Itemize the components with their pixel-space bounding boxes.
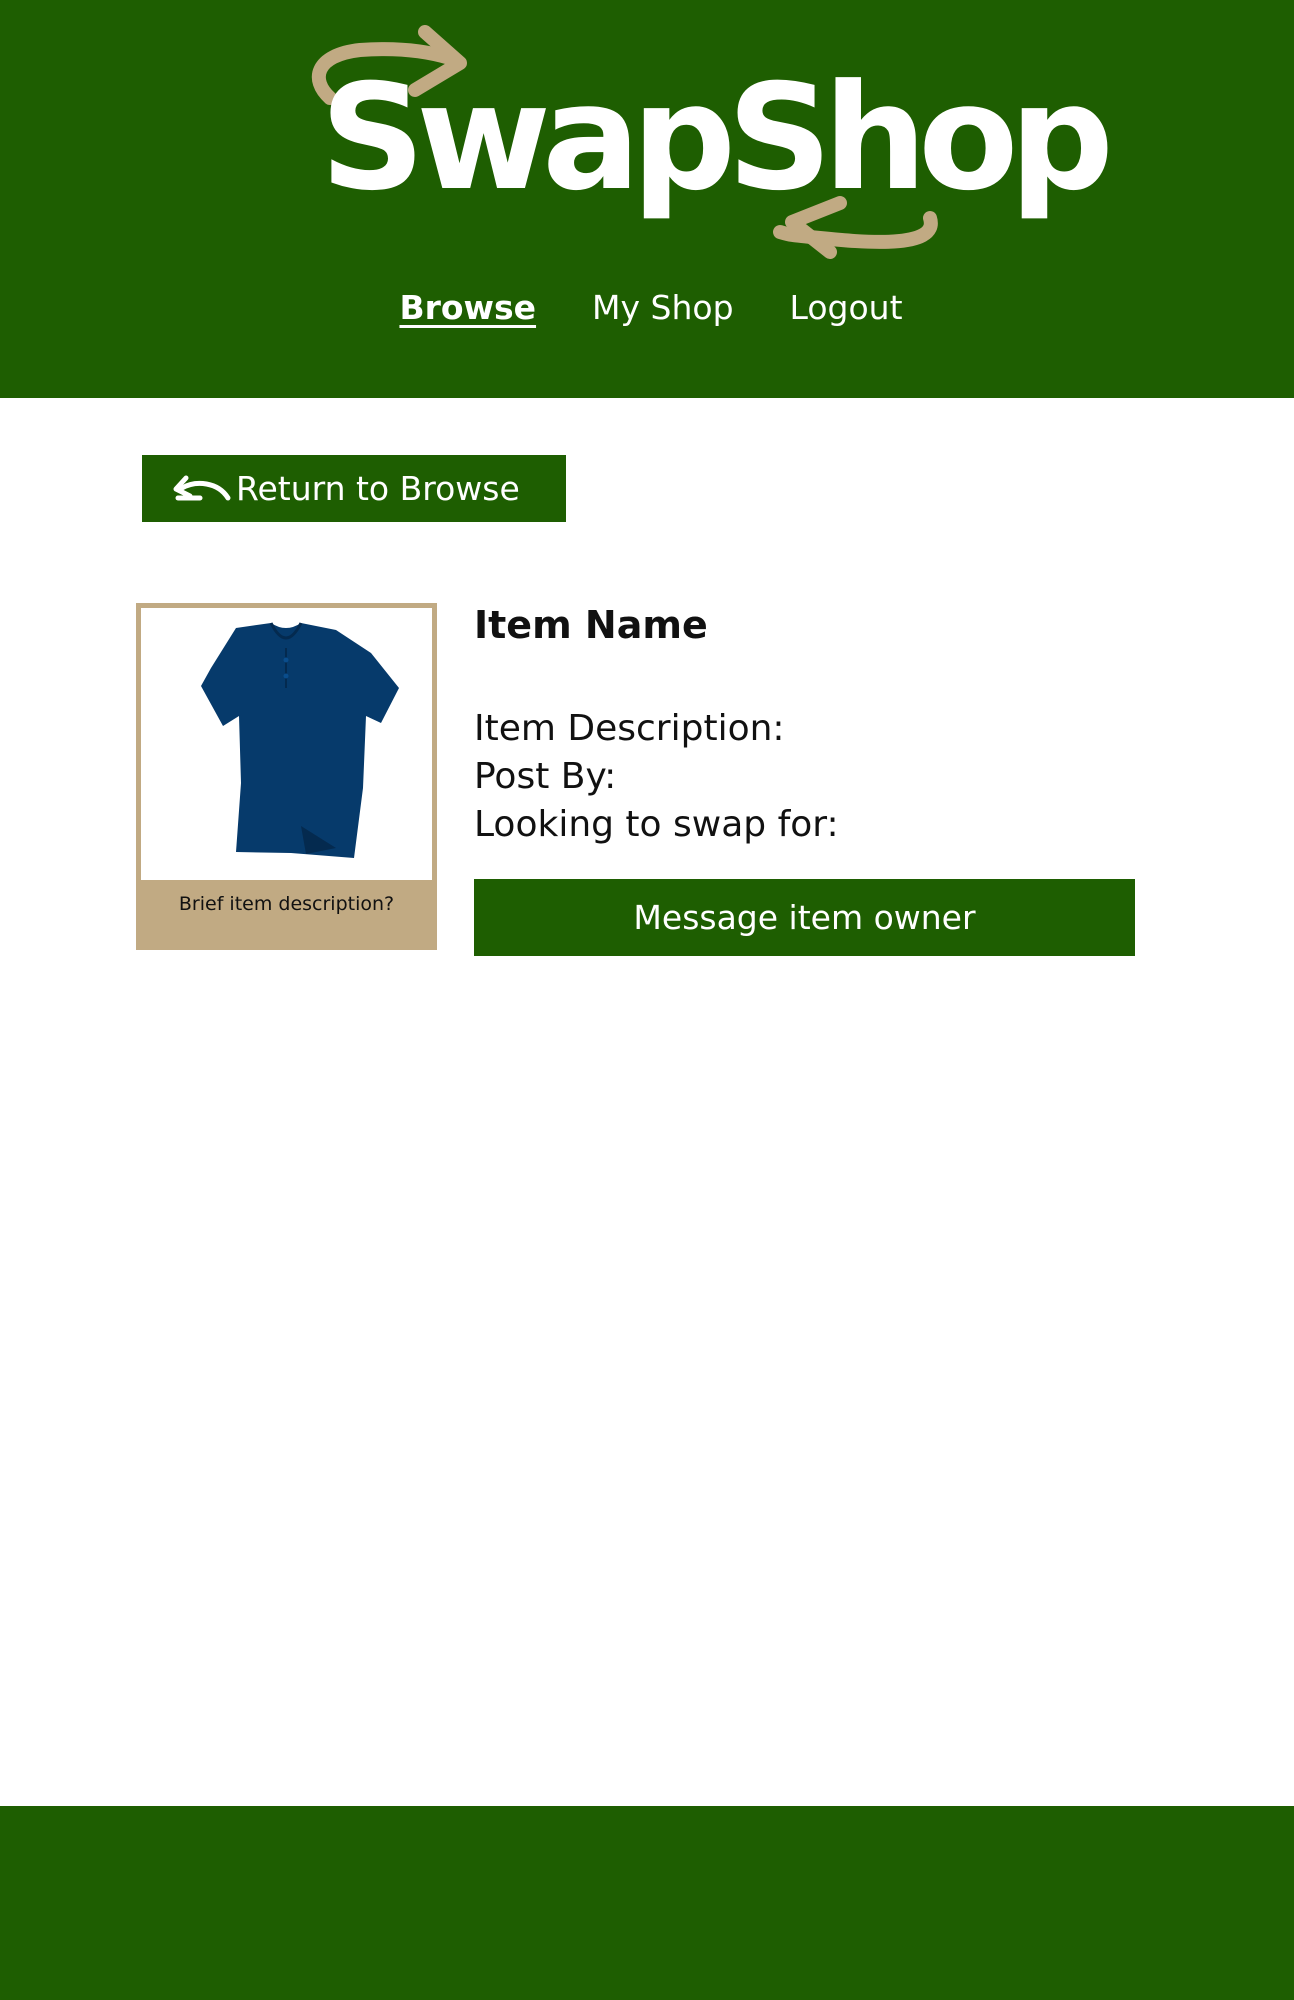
item-details: Item Name Item Description: Post By: Loo… [474, 600, 1154, 849]
item-name: Item Name [474, 603, 708, 647]
return-to-browse-button[interactable]: Return to Browse [142, 455, 566, 522]
swapshop-logo[interactable]: SwapShop [300, 20, 1114, 270]
site-footer [0, 1806, 1294, 2000]
return-to-browse-label: Return to Browse [236, 469, 520, 508]
nav-logout[interactable]: Logout [782, 283, 903, 333]
item-caption: Brief item description? [178, 893, 395, 915]
posted-by-label: Post By: [474, 756, 617, 797]
polo-shirt-image [201, 622, 399, 858]
item-card[interactable]: Brief item description? [136, 603, 437, 950]
logo-wordmark: SwapShop [320, 53, 1114, 223]
main-nav: Browse My Shop Logout [0, 283, 1294, 333]
item-description-label: Item Description: [474, 708, 785, 749]
nav-browse[interactable]: Browse [391, 283, 536, 333]
nav-my-shop[interactable]: My Shop [584, 283, 734, 333]
site-header: SwapShop Browse My Shop Logout [0, 0, 1294, 398]
item-image [141, 608, 432, 880]
swap-for-label: Looking to swap for: [474, 804, 839, 845]
message-owner-button[interactable]: Message item owner [474, 879, 1135, 956]
back-arrow-icon [170, 474, 232, 504]
